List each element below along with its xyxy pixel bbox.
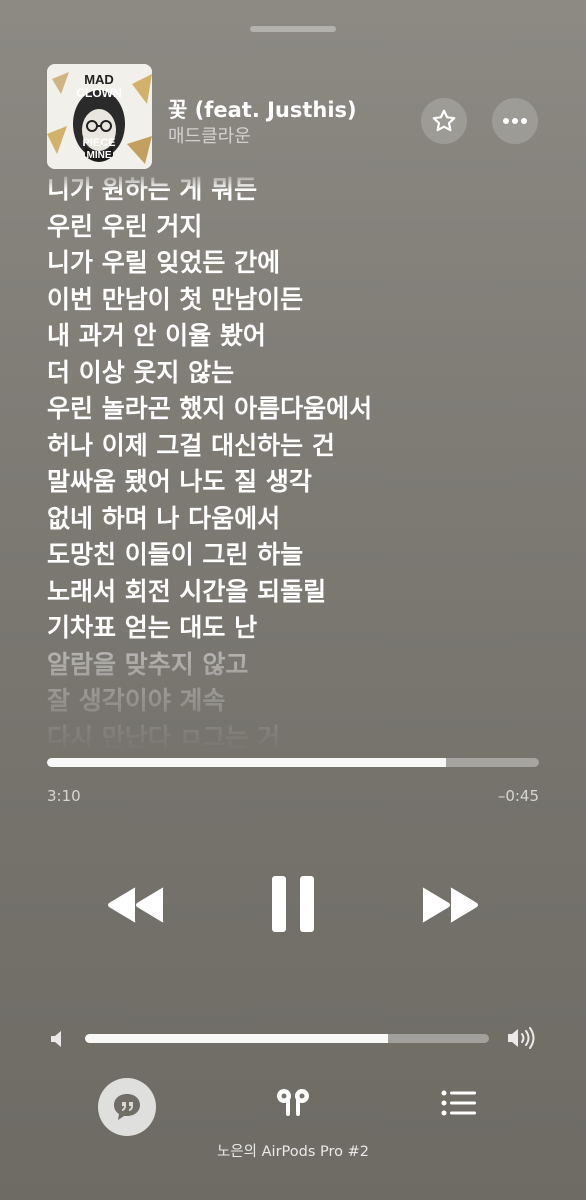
lyrics-quote-icon	[114, 1094, 140, 1120]
album-art-lettering-1: MAD	[84, 72, 114, 87]
queue-list-icon	[441, 1090, 476, 1116]
volume-slider[interactable]	[85, 1034, 489, 1043]
more-button[interactable]	[492, 98, 538, 144]
favorite-button[interactable]	[421, 98, 467, 144]
playback-scrubber[interactable]	[47, 758, 539, 767]
lyric-line[interactable]: 잘 생각이야 계속	[47, 683, 547, 720]
queue-button[interactable]	[440, 1088, 478, 1118]
volume-fill	[85, 1034, 388, 1043]
lyric-line[interactable]: 내 과거 안 이율 봤어	[47, 318, 547, 355]
lyric-line[interactable]: 더 이상 웃지 않는	[47, 355, 547, 392]
remaining-time: –0:45	[497, 787, 539, 805]
lyric-line[interactable]: 노래서 회전 시간을 되돌릴	[47, 574, 547, 611]
lyric-line[interactable]: 도망친 이들이 그린 하늘	[47, 537, 547, 574]
pause-icon	[272, 876, 314, 932]
lyric-line[interactable]: 다시 만난다 ㅁ그는 거	[47, 720, 547, 755]
album-art-lettering-3: PIECE	[82, 137, 115, 149]
fast-forward-button[interactable]	[417, 880, 483, 930]
rewind-icon	[108, 887, 164, 923]
lyric-line[interactable]: 우린 우린 거지	[47, 209, 547, 246]
volume-low-icon	[48, 1029, 68, 1049]
lyric-line[interactable]: 이번 만남이 첫 만남이든	[47, 282, 547, 319]
lyrics-panel[interactable]: 니가 원하는 게 뭐든 우린 우린 거지 니가 우릴 잊었든 간에 이번 만남이…	[47, 172, 547, 754]
track-artist[interactable]: 매드클라운	[168, 122, 251, 148]
volume-high-icon	[506, 1026, 536, 1050]
sheet-grabber[interactable]	[250, 26, 336, 32]
album-art-lettering-4: MINE	[87, 150, 112, 161]
lyric-line[interactable]: 허나 이제 그걸 대신하는 건	[47, 428, 547, 465]
lyric-line[interactable]: 기차표 얻는 대도 난	[47, 610, 547, 647]
lyric-line[interactable]: 니가 원하는 게 뭐든	[47, 172, 547, 209]
track-title[interactable]: 꽃 (feat. Justhis)	[168, 94, 357, 124]
album-art: MAD CLOWN PIECE MINE	[47, 64, 152, 169]
elapsed-time: 3:10	[47, 787, 81, 805]
audio-output-button[interactable]	[270, 1086, 316, 1124]
playback-progress-fill	[47, 758, 446, 767]
airpods-icon	[277, 1089, 309, 1116]
pause-button[interactable]	[266, 872, 320, 936]
lyrics-button[interactable]	[98, 1078, 156, 1136]
album-art-lettering-2: CLOWN	[76, 86, 121, 100]
lyric-line[interactable]: 없네 하며 나 다움에서	[47, 501, 547, 538]
fast-forward-icon	[422, 887, 478, 923]
album-art-image: MAD CLOWN PIECE MINE	[47, 64, 152, 169]
star-icon	[432, 109, 456, 132]
lyric-line[interactable]: 알람을 맞추지 않고	[47, 647, 547, 684]
rewind-button[interactable]	[103, 880, 169, 930]
lyric-line[interactable]: 우린 놀라곤 했지 아름다움에서	[47, 391, 547, 428]
lyric-line[interactable]: 니가 우릴 잊었든 간에	[47, 245, 547, 282]
output-device-label: 노은의 AirPods Pro #2	[217, 1144, 369, 1160]
ellipsis-icon	[503, 118, 527, 124]
lyric-line[interactable]: 말싸움 됐어 나도 질 생각	[47, 464, 547, 501]
